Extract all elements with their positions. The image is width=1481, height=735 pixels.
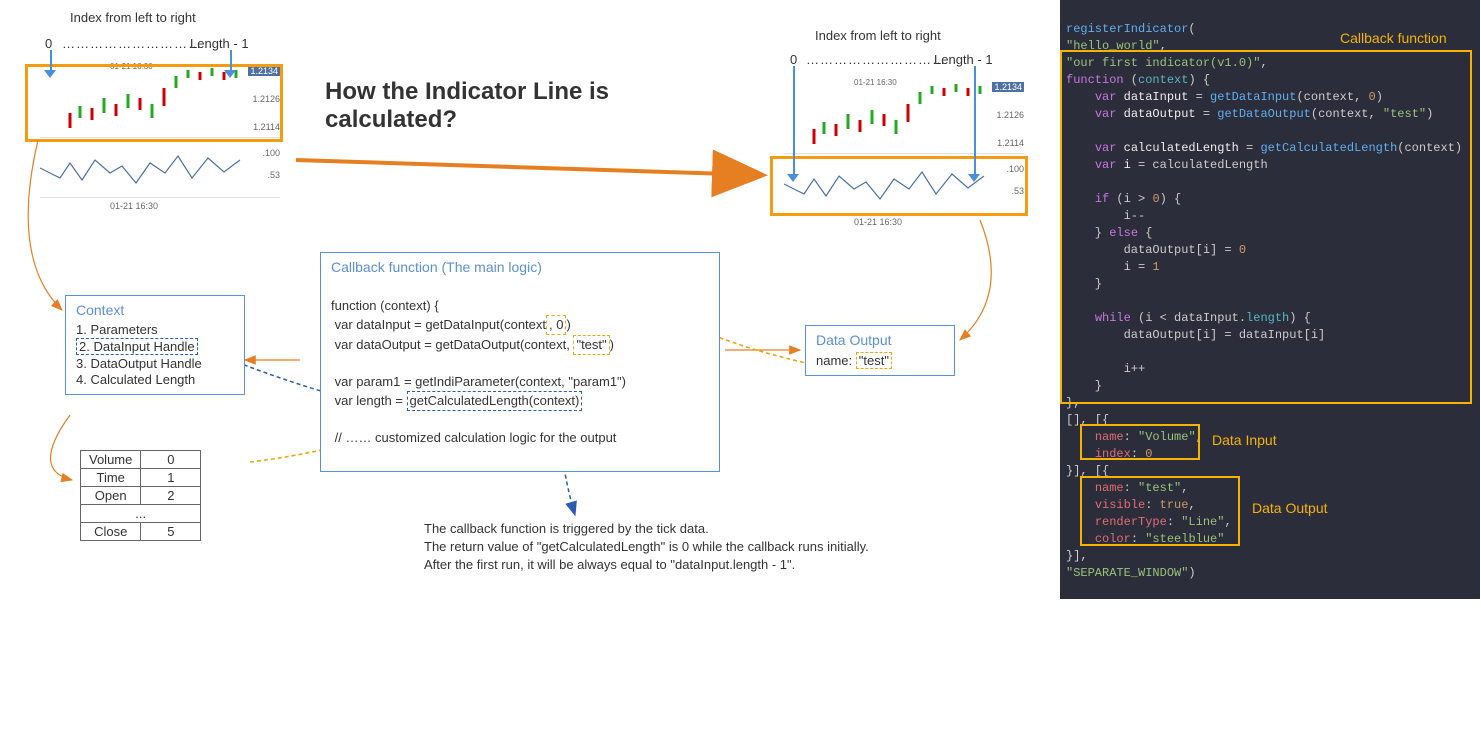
index-label-left: Index from left to right — [70, 10, 196, 25]
ctx-item-2: 2. DataInput Handle — [76, 338, 234, 355]
data-output-box: Data Output name: "test" — [805, 325, 955, 376]
index-end-right: Length - 1 — [934, 52, 993, 67]
ctx-item-3: 3. DataOutput Handle — [76, 356, 234, 371]
indicator-line-sketch — [40, 138, 280, 198]
highlight-indicator-right — [770, 156, 1028, 216]
index-label-right: Index from left to right — [815, 28, 941, 43]
index-start-right: 0 — [790, 52, 797, 67]
chart-indicator-panel: .100 .53 01-21 16:30 — [40, 138, 280, 198]
candlestick-sketch-right — [784, 74, 1024, 154]
context-title: Context — [76, 302, 234, 318]
index-dots-right: ………………………… — [806, 52, 946, 67]
index-arrow-0-left — [50, 50, 52, 72]
ind-tick-0: .100 — [262, 148, 280, 158]
callback-box: Callback function (The main logic) funct… — [320, 252, 720, 472]
callout-dataoutput-label: Data Output — [1250, 500, 1330, 517]
context-box: Context 1. Parameters 2. DataInput Handl… — [65, 295, 245, 395]
ctx-item-1: 1. Parameters — [76, 322, 234, 337]
data-output-title: Data Output — [816, 332, 944, 348]
highlight-price-left — [25, 64, 283, 142]
footer-notes: The callback function is triggered by th… — [424, 520, 1024, 574]
x-time-bot: 01-21 16:30 — [110, 201, 158, 211]
index-dots-left: ………………………… — [62, 36, 202, 51]
ctx-item-4: 4. Calculated Length — [76, 372, 234, 387]
callout-callback-label: Callback function — [1338, 30, 1449, 47]
callback-pseudocode: function (context) { var dataInput = get… — [331, 279, 709, 465]
ind-tick-1: .53 — [267, 170, 280, 180]
index-arrow-n-left — [230, 50, 232, 72]
index-end-left: Length - 1 — [190, 36, 249, 51]
code-panel: registerIndicator( "hello_world", "our f… — [1060, 0, 1480, 599]
diagram-title: How the Indicator Line is calculated? — [325, 78, 645, 134]
callback-title: Callback function (The main logic) — [331, 259, 709, 275]
title-text: How the Indicator Line is calculated? — [325, 78, 609, 133]
callout-datainput-label: Data Input — [1210, 432, 1279, 449]
datainput-index-table: Volume 0 Time1 Open2 ... Close5 — [80, 450, 201, 541]
index-start-left: 0 — [45, 36, 52, 51]
chart-price-panel-right: 1.2134 1.2126 1.2114 01-21 16:30 — [784, 74, 1024, 154]
